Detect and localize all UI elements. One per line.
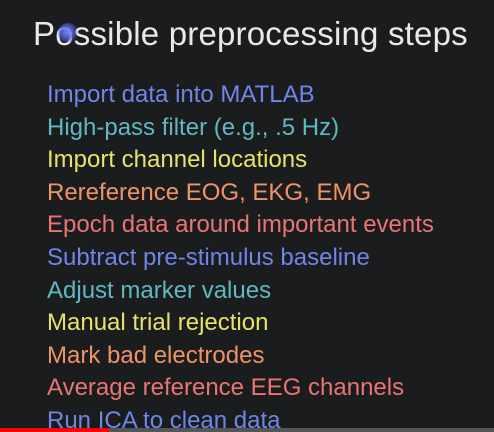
step-import-data: Import data into MATLAB bbox=[47, 81, 315, 108]
video-progress-bar[interactable] bbox=[0, 428, 494, 432]
video-frame[interactable]: Possible preprocessing steps Import data… bbox=[0, 0, 494, 432]
step-epoch-data: Epoch data around important events bbox=[47, 211, 434, 239]
step-rereference: Rereference EOG, EKG, EMG bbox=[47, 178, 372, 206]
step-adjust-markers: Adjust marker values bbox=[47, 276, 272, 304]
video-progress-fill bbox=[0, 428, 109, 432]
step-high-pass-filter: High-pass filter (e.g., .5 Hz) bbox=[47, 113, 340, 141]
mouse-pointer-highlight-icon bbox=[58, 23, 78, 43]
step-manual-trial-rejection: Manual trial rejection bbox=[47, 309, 269, 337]
step-import-channel-locations: Import channel locations bbox=[47, 146, 308, 174]
preprocessing-steps-list: Import data into MATLAB High-pass filter… bbox=[47, 79, 434, 432]
step-average-reference: Average reference EEG channels bbox=[47, 374, 405, 402]
slide-title: Possible preprocessing steps bbox=[33, 15, 468, 52]
step-mark-bad-electrodes: Mark bad electrodes bbox=[47, 341, 265, 369]
step-subtract-baseline: Subtract pre-stimulus baseline bbox=[47, 243, 370, 271]
